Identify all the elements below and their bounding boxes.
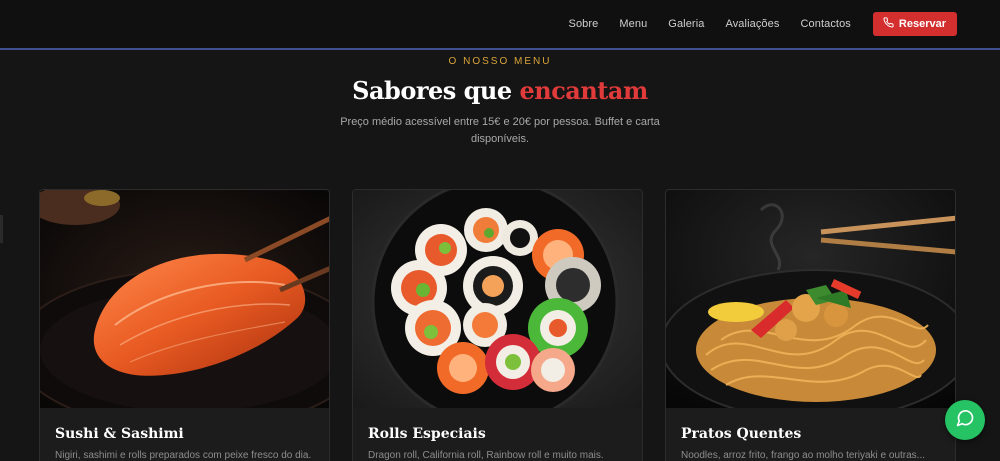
section-title-accent: encantam — [519, 76, 648, 105]
menu-card-sushi-sashimi[interactable]: Sushi & Sashimi Nigiri, sashimi e rolls … — [39, 189, 330, 461]
whatsapp-button[interactable] — [945, 400, 985, 440]
section-title: Sabores que encantam — [0, 76, 1000, 105]
menu-card-rolls-especiais[interactable]: Rolls Especiais Dragon roll, California … — [352, 189, 643, 461]
reservar-button[interactable]: Reservar — [872, 12, 957, 36]
nav-link-galeria[interactable]: Galeria — [668, 18, 704, 30]
sashimi-image — [40, 190, 329, 408]
section-title-main: Sabores que — [352, 76, 520, 105]
section-eyebrow: O NOSSO MENU — [448, 56, 552, 67]
card-description: Noodles, arroz frito, frango ao molho te… — [681, 450, 926, 461]
menu-card-pratos-quentes[interactable]: Pratos Quentes Noodles, arroz frito, fra… — [665, 189, 956, 461]
top-navbar: Sobre Menu Galeria Avaliações Contactos … — [0, 0, 1000, 50]
side-tab-handle[interactable] — [0, 215, 3, 243]
card-title: Pratos Quentes — [681, 426, 802, 442]
reservar-label: Reservar — [898, 18, 946, 30]
nav-link-contactos[interactable]: Contactos — [800, 18, 850, 30]
nav-link-menu[interactable]: Menu — [619, 18, 647, 30]
card-description: Nigiri, sashimi e rolls preparados com p… — [55, 450, 312, 461]
noodles-image — [666, 190, 955, 408]
card-description: Dragon roll, California roll, Rainbow ro… — [368, 450, 604, 461]
nav-link-avaliacoes[interactable]: Avaliações — [725, 18, 779, 30]
phone-icon — [883, 17, 894, 31]
section-subtitle: Preço médio acessível entre 15€ e 20€ po… — [340, 116, 660, 145]
card-title: Sushi & Sashimi — [55, 426, 184, 442]
chat-bubble-icon — [955, 408, 975, 433]
main-nav: Sobre Menu Galeria Avaliações Contactos … — [569, 0, 1000, 48]
nav-link-sobre[interactable]: Sobre — [569, 18, 599, 30]
card-title: Rolls Especiais — [368, 426, 486, 442]
sushi-rolls-image — [353, 190, 642, 408]
